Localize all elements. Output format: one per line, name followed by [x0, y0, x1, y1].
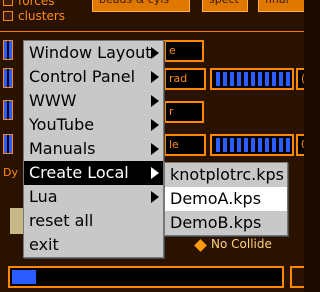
menu-item-label: WWW — [29, 91, 77, 110]
beads-cyls-button[interactable]: beads & cyls — [92, 0, 190, 12]
no-collide-label: No Collide — [211, 237, 272, 251]
forces-label: forces — [18, 0, 55, 8]
forces-checkbox[interactable] — [3, 0, 13, 6]
submenu-arrow-icon — [151, 119, 159, 131]
menu-item-manuals[interactable]: Manuals — [24, 137, 163, 161]
menu-item-label: Create Local — [29, 163, 129, 182]
submenu-arrow-icon — [151, 71, 159, 83]
clusters-checkbox[interactable] — [3, 11, 13, 21]
param-slider[interactable] — [210, 68, 294, 90]
clusters-label: clusters — [18, 9, 66, 23]
slider-stub[interactable] — [3, 134, 13, 154]
param-slider[interactable] — [210, 134, 294, 156]
submenu-arrow-icon — [151, 95, 159, 107]
param-field[interactable]: rad — [164, 68, 206, 90]
slider-stub[interactable] — [3, 68, 13, 88]
param-value[interactable]: 0 — [296, 134, 304, 156]
bottom-slider-end[interactable] — [290, 266, 304, 288]
menu-item-control-panel[interactable]: Control Panel — [24, 65, 163, 89]
submenu-arrow-icon — [151, 47, 159, 59]
param-value[interactable]: ( — [296, 68, 304, 90]
divider — [0, 31, 304, 32]
menu-item-label: exit — [29, 235, 59, 254]
menu-item-label: Window Layout — [29, 43, 152, 62]
menu-item-label: reset all — [29, 211, 94, 230]
param-field[interactable]: le — [164, 134, 206, 156]
submenu-item-demob-kps[interactable]: DemoB.kps — [165, 211, 287, 235]
param-field[interactable]: e — [164, 40, 204, 62]
menu-item-label: Control Panel — [29, 67, 136, 86]
submenu-arrow-icon — [151, 167, 159, 179]
submenu-arrow-icon — [151, 191, 159, 203]
menu-item-label: Lua — [29, 187, 58, 206]
slider-stub[interactable] — [3, 100, 13, 120]
diamond-icon — [194, 239, 207, 252]
menu-item-lua[interactable]: Lua — [24, 185, 163, 209]
param-field[interactable]: r — [164, 101, 204, 123]
final-button[interactable]: final — [258, 0, 304, 12]
menu-item-youtube[interactable]: YouTube — [24, 113, 163, 137]
submenu-item-knotplotrc-kps[interactable]: knotplotrc.kps — [165, 163, 287, 187]
side-label: Dy — [3, 166, 18, 179]
spect-button[interactable]: spect — [202, 0, 248, 12]
menu-item-window-layout[interactable]: Window Layout — [24, 41, 163, 65]
menu-item-create-local[interactable]: Create Local — [24, 161, 163, 185]
menu-item-label: YouTube — [29, 115, 95, 134]
menu-item-label: Manuals — [29, 139, 96, 158]
slider-stub[interactable] — [3, 40, 13, 60]
main-popup-menu: Window Layout Control Panel WWW YouTube Manu… — [23, 40, 164, 258]
submenu-arrow-icon — [151, 143, 159, 155]
create-local-submenu: knotplotrc.kps DemoA.kps DemoB.kps — [164, 162, 288, 236]
menu-item-reset-all[interactable]: reset all — [24, 209, 163, 233]
bottom-slider[interactable] — [8, 266, 284, 288]
menu-item-www[interactable]: WWW — [24, 89, 163, 113]
bottom-slider-fill — [12, 270, 36, 284]
submenu-item-demoa-kps[interactable]: DemoA.kps — [165, 187, 287, 211]
menu-item-exit[interactable]: exit — [24, 233, 163, 257]
